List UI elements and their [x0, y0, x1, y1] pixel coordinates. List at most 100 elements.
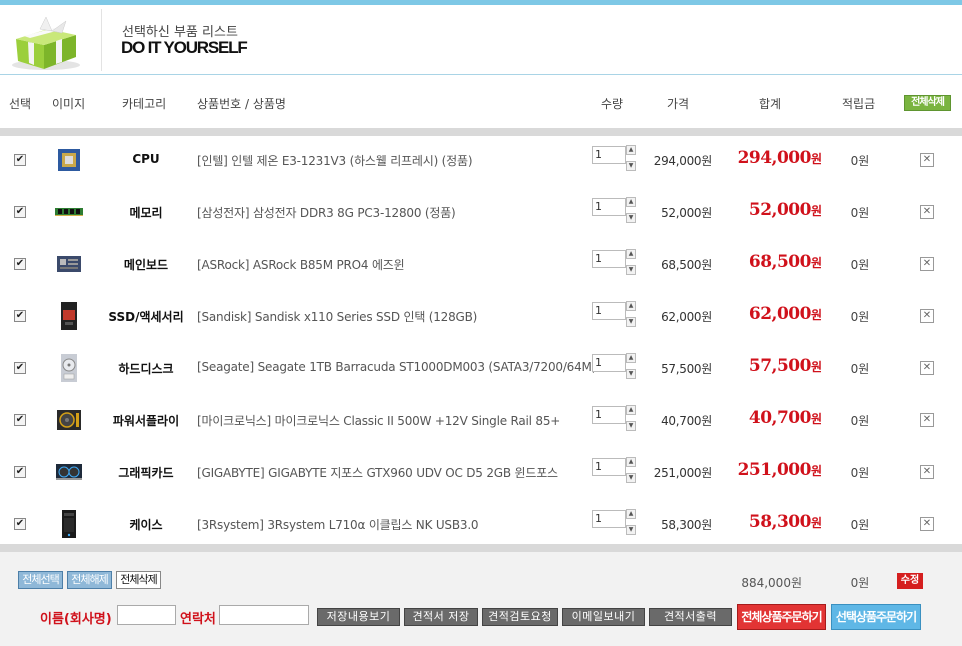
row-total-amount: 57,500 — [748, 356, 812, 376]
row-points: 0원 — [850, 258, 870, 272]
row-price: 57,500원 — [661, 362, 712, 376]
row-price: 52,000원 — [661, 206, 712, 220]
col-qty: 수량 — [601, 97, 624, 111]
gpu-icon[interactable] — [53, 456, 85, 488]
row-delete-icon[interactable]: ✕ — [920, 361, 934, 375]
delete-all-bottom-button[interactable]: 전체삭제 — [116, 571, 161, 589]
select-all-button[interactable]: 전체선택 — [18, 571, 63, 589]
row-total-amount: 58,300 — [748, 512, 812, 532]
row-product-name[interactable]: [인텔] 인텔 제온 E3-1231V3 (하스웰 리프레시) (정품) — [197, 152, 473, 169]
row-delete-icon[interactable]: ✕ — [920, 309, 934, 323]
qty-down-arrow-icon[interactable]: ▼ — [626, 265, 636, 275]
row-delete-icon[interactable]: ✕ — [920, 413, 934, 427]
row-product-name[interactable]: [Sandisk] Sandisk x110 Series SSD 인택 (12… — [197, 308, 477, 325]
qty-down-arrow-icon[interactable]: ▼ — [626, 161, 636, 171]
qty-down-arrow-icon[interactable]: ▼ — [626, 369, 636, 379]
qty-up-arrow-icon[interactable]: ▲ — [626, 197, 636, 207]
row-price: 62,000원 — [661, 310, 712, 324]
row-delete-icon[interactable]: ✕ — [920, 153, 934, 167]
row-checkbox[interactable]: ✔ — [14, 258, 26, 270]
row-category: 그래픽카드 — [118, 466, 174, 480]
hdd-icon[interactable] — [53, 352, 85, 384]
row-product-name[interactable]: [GIGABYTE] GIGABYTE 지포스 GTX960 UDV OC D5… — [197, 464, 558, 481]
case-icon[interactable] — [53, 508, 85, 540]
row-delete-icon[interactable]: ✕ — [920, 257, 934, 271]
row-points: 0원 — [850, 466, 870, 480]
row-checkbox[interactable]: ✔ — [14, 206, 26, 218]
contact-input[interactable] — [219, 605, 309, 625]
row-points: 0원 — [850, 362, 870, 376]
row-total: 52,000원 — [720, 200, 822, 220]
ram-icon[interactable] — [53, 196, 85, 228]
row-total: 294,000원 — [720, 148, 822, 168]
order-selected-button[interactable]: 선택상품주문하기 — [831, 604, 921, 630]
row-total-amount: 62,000 — [748, 304, 812, 324]
row-category: 하드디스크 — [118, 362, 174, 376]
send-email-button[interactable]: 이메일보내기 — [562, 608, 645, 626]
qty-up-arrow-icon[interactable]: ▲ — [626, 301, 636, 311]
col-select: 선택 — [9, 97, 32, 111]
row-checkbox[interactable]: ✔ — [14, 466, 26, 478]
row-price: 58,300원 — [661, 518, 712, 532]
row-checkbox[interactable]: ✔ — [14, 414, 26, 426]
order-all-button[interactable]: 전체상품주문하기 — [737, 604, 826, 630]
ssd-icon[interactable] — [53, 300, 85, 332]
row-checkbox[interactable]: ✔ — [14, 518, 26, 530]
row-qty-input[interactable]: 1 — [592, 510, 626, 528]
motherboard-icon[interactable] — [53, 248, 85, 280]
row-points: 0원 — [850, 414, 870, 428]
row-product-name[interactable]: [ASRock] ASRock B85M PRO4 에즈윈 — [197, 256, 405, 273]
qty-down-arrow-icon[interactable]: ▼ — [626, 473, 636, 483]
row-checkbox[interactable]: ✔ — [14, 362, 26, 374]
save-quote-button[interactable]: 견적서 저장 — [404, 608, 478, 626]
qty-down-arrow-icon[interactable]: ▼ — [626, 317, 636, 327]
qty-up-arrow-icon[interactable]: ▲ — [626, 145, 636, 155]
col-points: 적립금 — [842, 97, 876, 111]
table-row: ✔ 메인보드 [ASRock] ASRock B85M PRO4 에즈윈 1 ▲ ▼ 68,… — [0, 240, 962, 292]
qty-up-arrow-icon[interactable]: ▲ — [626, 405, 636, 415]
row-price: 68,500원 — [661, 258, 712, 272]
row-total-amount: 251,000 — [737, 460, 812, 480]
row-total-currency: 원 — [810, 152, 822, 166]
row-product-name[interactable]: [3Rsystem] 3Rsystem L710α 이클립스 NK USB3.0 — [197, 516, 479, 533]
row-product-name[interactable]: [마이크로닉스] 마이크로닉스 Classic II 500W +12V Sin… — [197, 412, 560, 429]
row-qty-input[interactable]: 1 — [592, 458, 626, 476]
row-total-amount: 40,700 — [748, 408, 812, 428]
row-product-name[interactable]: [삼성전자] 삼성전자 DDR3 8G PC3-12800 (정품) — [197, 204, 456, 221]
row-qty-input[interactable]: 1 — [592, 250, 626, 268]
row-qty-input[interactable]: 1 — [592, 146, 626, 164]
row-qty-input[interactable]: 1 — [592, 406, 626, 424]
delete-all-top-button[interactable]: 전체삭제 — [904, 95, 951, 111]
name-input[interactable] — [117, 605, 176, 625]
view-saved-button[interactable]: 저장내용보기 — [317, 608, 400, 626]
col-price: 가격 — [667, 97, 690, 111]
row-product-name[interactable]: [Seagate] Seagate 1TB Barracuda ST1000DM… — [197, 360, 596, 374]
table-bottom-band — [0, 544, 962, 552]
qty-up-arrow-icon[interactable]: ▲ — [626, 457, 636, 467]
psu-icon[interactable] — [53, 404, 85, 436]
qty-up-arrow-icon[interactable]: ▲ — [626, 509, 636, 519]
qty-down-arrow-icon[interactable]: ▼ — [626, 525, 636, 535]
deselect-all-button[interactable]: 전체해제 — [67, 571, 112, 589]
row-price: 40,700원 — [661, 414, 712, 428]
row-delete-icon[interactable]: ✕ — [920, 517, 934, 531]
row-delete-icon[interactable]: ✕ — [920, 465, 934, 479]
row-qty-input[interactable]: 1 — [592, 354, 626, 372]
cpu-icon[interactable] — [53, 144, 85, 176]
edit-button[interactable]: 수정 — [897, 573, 923, 589]
request-review-button[interactable]: 견적검토요청 — [482, 608, 558, 626]
col-total: 합계 — [759, 97, 782, 111]
row-points: 0원 — [850, 206, 870, 220]
row-total-amount: 52,000 — [748, 200, 812, 220]
row-qty-input[interactable]: 1 — [592, 198, 626, 216]
qty-up-arrow-icon[interactable]: ▲ — [626, 249, 636, 259]
qty-down-arrow-icon[interactable]: ▼ — [626, 213, 636, 223]
qty-down-arrow-icon[interactable]: ▼ — [626, 421, 636, 431]
row-total: 58,300원 — [720, 512, 822, 532]
row-checkbox[interactable]: ✔ — [14, 310, 26, 322]
qty-up-arrow-icon[interactable]: ▲ — [626, 353, 636, 363]
row-checkbox[interactable]: ✔ — [14, 154, 26, 166]
row-qty-input[interactable]: 1 — [592, 302, 626, 320]
print-quote-button[interactable]: 견적서출력 — [649, 608, 732, 626]
row-delete-icon[interactable]: ✕ — [920, 205, 934, 219]
